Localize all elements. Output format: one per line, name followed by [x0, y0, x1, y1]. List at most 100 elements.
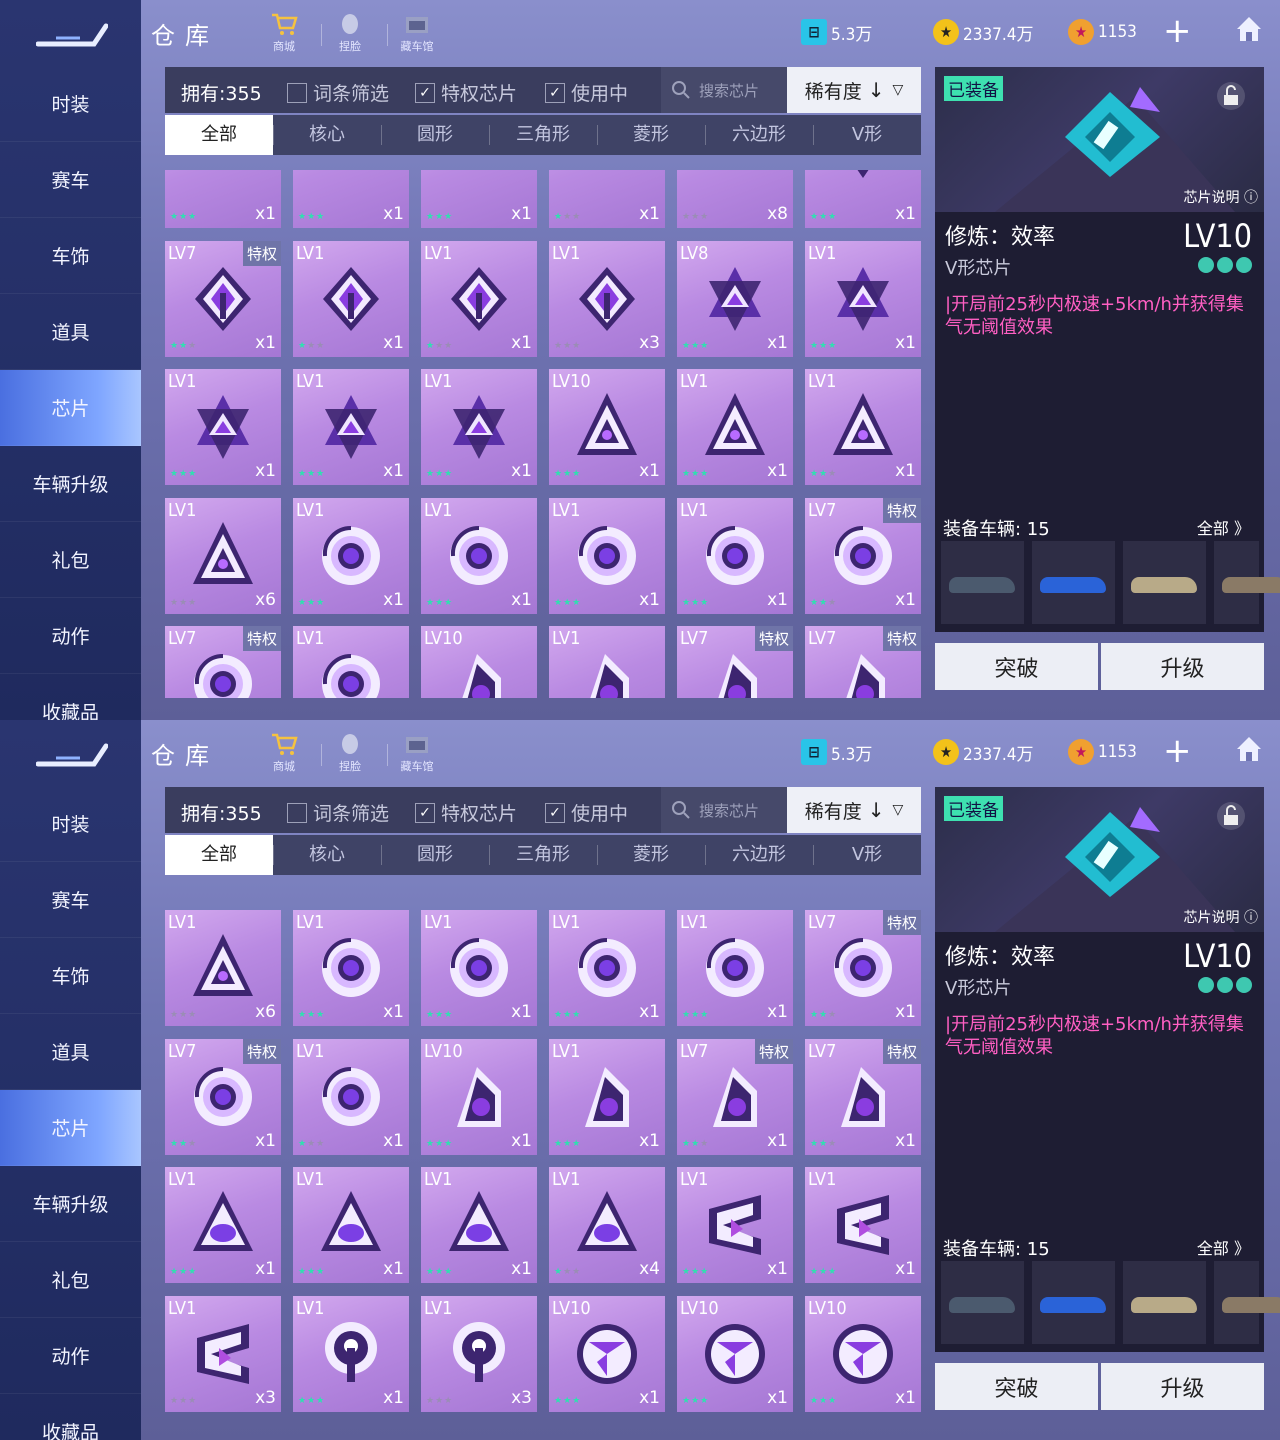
tab[interactable]: 菱形 — [597, 835, 705, 875]
chip-card[interactable]: LV8 ★★★ x1 — [677, 240, 793, 357]
chip-card[interactable]: LV10 ★★★ x1 — [549, 1295, 665, 1412]
shop-button[interactable]: 商城 — [259, 732, 309, 774]
chip-card[interactable]: LV1 ★★★ x1 — [805, 369, 921, 486]
tab[interactable]: 圆形 — [381, 115, 489, 155]
chip-card[interactable]: LV1 ★★★ x3 — [421, 1295, 537, 1412]
view-all-vehicles-link[interactable]: 全部 》 — [1197, 515, 1250, 539]
vehicle-thumbnail[interactable] — [1032, 541, 1115, 624]
sidebar-item[interactable]: 车辆升级 — [0, 446, 141, 522]
chip-card[interactable]: LV1 ★★★ x1 — [805, 240, 921, 357]
tab[interactable]: 六边形 — [705, 115, 813, 155]
unlock-icon[interactable] — [1216, 801, 1246, 831]
chip-card[interactable]: LV1 ★★★ x1 — [293, 1038, 409, 1155]
chip-card[interactable]: LV7 特权 — [677, 626, 793, 698]
chip-card[interactable]: LV7 特权 — [165, 626, 281, 698]
vehicle-thumbnail[interactable] — [941, 1261, 1024, 1344]
chip-card[interactable]: LV1 ★★★ x6 — [165, 497, 281, 614]
sidebar-item[interactable]: 芯片 — [0, 1090, 141, 1166]
sidebar-item[interactable]: 车饰 — [0, 218, 141, 294]
upgrade-button[interactable]: 升级 — [1101, 1363, 1264, 1410]
sidebar-item[interactable]: 礼包 — [0, 1242, 141, 1318]
tab[interactable]: 核心 — [273, 115, 381, 155]
chip-card[interactable]: LV1 ★★★ x1 — [293, 1167, 409, 1284]
keyword-filter[interactable]: 词条筛选 — [287, 79, 389, 106]
sidebar-item[interactable]: 车饰 — [0, 938, 141, 1014]
sort-dropdown[interactable]: 稀有度 ↓ ▽ — [787, 67, 921, 113]
break-button[interactable]: 突破 — [935, 1363, 1098, 1410]
chip-card[interactable]: LV1 ★★★ x1 — [421, 497, 537, 614]
keyword-filter[interactable]: 词条筛选 — [287, 799, 389, 826]
chip-card[interactable]: ★★★ x1 — [421, 170, 537, 228]
chip-card[interactable]: LV1 ★★★ x1 — [293, 369, 409, 486]
chip-card[interactable]: LV1 ★★★ x1 — [549, 1038, 665, 1155]
plus-icon[interactable]: + — [1163, 14, 1192, 48]
chip-card[interactable]: LV7 特权 ★★★ x1 — [805, 910, 921, 1026]
chip-card[interactable]: ★★★ x1 — [165, 170, 281, 228]
chip-card[interactable]: LV1 ★★★ x1 — [421, 369, 537, 486]
chip-card[interactable]: LV1 ★★★ x1 — [677, 497, 793, 614]
tab[interactable]: 圆形 — [381, 835, 489, 875]
tab[interactable]: 三角形 — [489, 835, 597, 875]
sidebar-item[interactable]: 道具 — [0, 294, 141, 370]
chip-card[interactable]: LV1 ★★★ x1 — [549, 497, 665, 614]
chip-card[interactable]: LV10 ★★★ x1 — [677, 1295, 793, 1412]
chip-card[interactable]: ★★★ x8 — [677, 170, 793, 228]
tab[interactable]: 全部 — [165, 835, 273, 875]
sidebar-item[interactable]: 车辆升级 — [0, 1166, 141, 1242]
chip-card[interactable]: LV1 ★★★ x1 — [677, 910, 793, 1026]
sidebar-item[interactable]: 动作 — [0, 598, 141, 674]
chip-card[interactable]: ★★★ x1 — [549, 170, 665, 228]
chip-card[interactable]: LV1 ★★★ x6 — [165, 910, 281, 1026]
sidebar-item[interactable]: 道具 — [0, 1014, 141, 1090]
search-input[interactable]: 搜索芯片 — [661, 787, 787, 833]
vehicle-thumbnail[interactable] — [941, 541, 1024, 624]
home-icon[interactable] — [1234, 734, 1264, 764]
chip-card[interactable]: LV1 — [293, 626, 409, 698]
chip-card[interactable]: LV1 ★★★ x1 — [293, 497, 409, 614]
plus-icon[interactable]: + — [1163, 734, 1192, 768]
chip-card[interactable]: LV1 — [549, 626, 665, 698]
garage-button[interactable]: 藏车馆 — [392, 12, 442, 54]
chip-card[interactable]: LV10 ★★★ x1 — [805, 1295, 921, 1412]
chip-info-link[interactable]: 芯片说明 ⓘ — [1184, 187, 1258, 207]
sidebar-item[interactable]: 芯片 — [0, 370, 141, 446]
chip-info-link[interactable]: 芯片说明 ⓘ — [1184, 907, 1258, 927]
vehicle-thumbnail[interactable] — [1123, 1261, 1206, 1344]
view-all-vehicles-link[interactable]: 全部 》 — [1197, 1235, 1250, 1259]
tab[interactable]: V形 — [813, 115, 921, 155]
chip-card[interactable]: LV1 ★★★ x1 — [165, 369, 281, 486]
privilege-filter[interactable]: ✓ 特权芯片 — [415, 799, 517, 826]
tab[interactable]: 核心 — [273, 835, 381, 875]
chip-card[interactable]: ★★★ x1 — [293, 170, 409, 228]
chip-card[interactable]: LV1 ★★★ x1 — [421, 1167, 537, 1284]
chip-card[interactable]: LV7 特权 ★★★ x1 — [165, 1038, 281, 1155]
tab[interactable]: 三角形 — [489, 115, 597, 155]
unlock-icon[interactable] — [1216, 81, 1246, 111]
chip-card[interactable]: LV7 特权 ★★★ x1 — [805, 1038, 921, 1155]
sidebar-item[interactable]: 收藏品 — [0, 1394, 141, 1440]
chip-card[interactable]: LV10 — [421, 626, 537, 698]
chip-card[interactable]: LV1 ★★★ x1 — [421, 240, 537, 357]
chip-card[interactable]: LV1 ★★★ x4 — [549, 1167, 665, 1284]
vehicle-thumbnail[interactable] — [1214, 541, 1280, 624]
chip-card[interactable]: LV1 ★★★ x1 — [421, 910, 537, 1026]
garage-button[interactable]: 藏车馆 — [392, 732, 442, 774]
tab[interactable]: 菱形 — [597, 115, 705, 155]
search-input[interactable]: 搜索芯片 — [661, 67, 787, 113]
sidebar-item[interactable]: 礼包 — [0, 522, 141, 598]
sort-dropdown[interactable]: 稀有度 ↓ ▽ — [787, 787, 921, 833]
sidebar-item[interactable]: 动作 — [0, 1318, 141, 1394]
chip-card[interactable]: LV7 特权 ★★★ x1 — [805, 497, 921, 614]
chip-card[interactable]: LV7 特权 ★★★ x1 — [677, 1038, 793, 1155]
sidebar-item[interactable]: 时装 — [0, 786, 141, 862]
chip-card[interactable]: LV1 ★★★ x1 — [293, 240, 409, 357]
in-use-filter[interactable]: ✓ 使用中 — [545, 79, 628, 106]
tab[interactable]: V形 — [813, 835, 921, 875]
chip-card[interactable]: LV1 ★★★ x1 — [805, 1167, 921, 1284]
sidebar-item[interactable]: 赛车 — [0, 862, 141, 938]
chip-card[interactable]: ★★★ x1 — [805, 170, 921, 228]
privilege-filter[interactable]: ✓ 特权芯片 — [415, 79, 517, 106]
sidebar-item[interactable]: 赛车 — [0, 142, 141, 218]
vehicle-thumbnail[interactable] — [1032, 1261, 1115, 1344]
tab[interactable]: 六边形 — [705, 835, 813, 875]
